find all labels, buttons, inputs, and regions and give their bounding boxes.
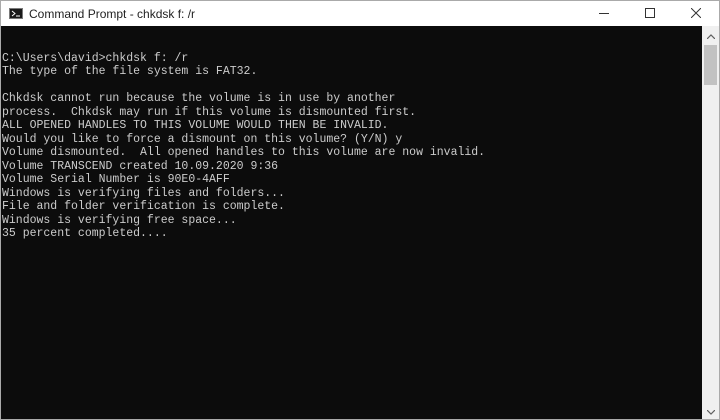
console-line: File and folder verification is complete… bbox=[2, 200, 285, 213]
console-line: The type of the file system is FAT32. bbox=[2, 65, 258, 78]
chevron-down-icon bbox=[706, 402, 715, 420]
close-button[interactable] bbox=[673, 1, 719, 26]
console-line: Would you like to force a dismount on th… bbox=[2, 132, 403, 146]
command-prompt-window: Command Prompt - chkdsk f: /r C:\Users\d… bbox=[0, 0, 720, 420]
scroll-thumb[interactable] bbox=[704, 45, 717, 85]
close-icon bbox=[690, 5, 702, 23]
vertical-scrollbar[interactable] bbox=[702, 26, 719, 419]
console-line: Volume Serial Number is 90E0-4AFF bbox=[2, 173, 230, 186]
minimize-icon bbox=[599, 5, 609, 23]
cmd-icon[interactable] bbox=[9, 8, 23, 19]
maximize-button[interactable] bbox=[627, 1, 673, 26]
window-controls bbox=[581, 1, 719, 26]
scroll-down-button[interactable] bbox=[702, 402, 719, 419]
console-line: Volume dismounted. All opened handles to… bbox=[2, 146, 486, 159]
console-output[interactable]: C:\Users\david>chkdsk f: /r The type of t… bbox=[1, 26, 703, 419]
title-bar[interactable]: Command Prompt - chkdsk f: /r bbox=[1, 1, 719, 26]
maximize-icon bbox=[645, 5, 655, 23]
console-line: Volume TRANSCEND created 10.09.2020 9:36 bbox=[2, 159, 279, 173]
scroll-up-button[interactable] bbox=[702, 26, 719, 43]
chevron-up-icon bbox=[706, 26, 715, 44]
console-line: process. Chkdsk may run if this volume i… bbox=[2, 105, 417, 119]
console-line: 35 percent completed.... bbox=[2, 227, 168, 240]
console-line: Windows is verifying free space... bbox=[2, 213, 237, 227]
minimize-button[interactable] bbox=[581, 1, 627, 26]
console-line: Chkdsk cannot run because the volume is … bbox=[2, 92, 396, 105]
console-line: C:\Users\david>chkdsk f: /r bbox=[2, 51, 189, 65]
console-line: ALL OPENED HANDLES TO THIS VOLUME WOULD … bbox=[2, 119, 389, 132]
window-title: Command Prompt - chkdsk f: /r bbox=[29, 6, 196, 21]
console-line: Windows is verifying files and folders..… bbox=[2, 186, 285, 200]
